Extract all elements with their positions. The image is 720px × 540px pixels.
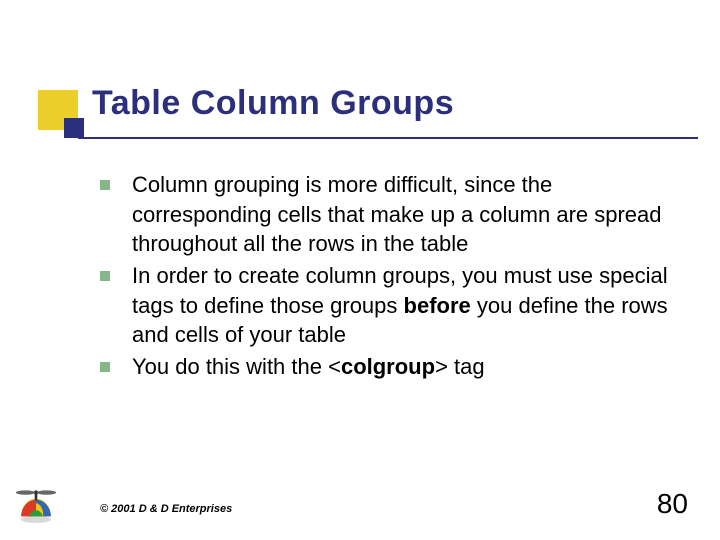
propeller-hat-icon [14,482,58,526]
square-bullet-icon [100,180,110,190]
list-item-text: You do this with the <colgroup> tag [132,352,690,382]
square-bullet-icon [100,271,110,281]
slide-title: Table Column Groups [92,84,454,123]
title-square-navy [64,118,84,138]
list-item-text: Column grouping is more difficult, since… [132,170,690,259]
list-item: In order to create column groups, you mu… [100,261,690,350]
title-underline [78,137,698,139]
square-bullet-icon [100,362,110,372]
copyright-text: © 2001 D & D Enterprises [100,503,232,515]
content-area: Column grouping is more difficult, since… [100,170,690,384]
list-item-text: In order to create column groups, you mu… [132,261,690,350]
list-item: You do this with the <colgroup> tag [100,352,690,382]
list-item: Column grouping is more difficult, since… [100,170,690,259]
page-number: 80 [657,488,688,520]
slide: Table Column Groups Column grouping is m… [0,0,720,540]
